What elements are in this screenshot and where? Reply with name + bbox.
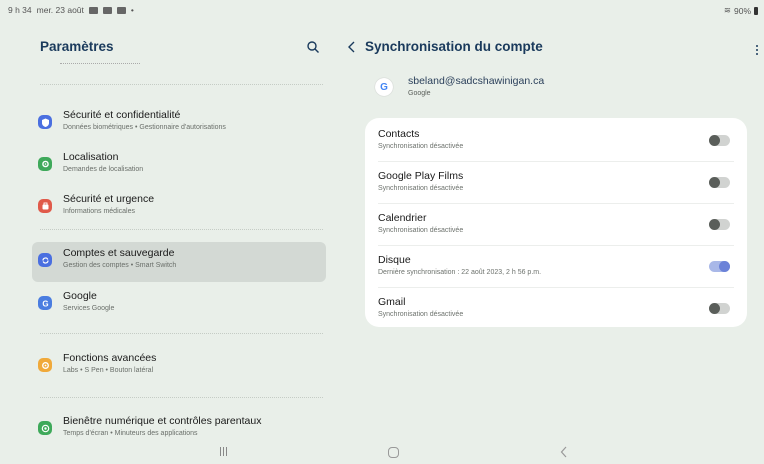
sync-toggle[interactable] <box>709 303 730 314</box>
settings-item-subtitle: Labs • S Pen • Bouton latéral <box>63 367 154 374</box>
sync-row-title: Contacts <box>378 128 420 140</box>
sync-row-status: Synchronisation désactivée <box>378 227 464 234</box>
divider <box>40 397 323 398</box>
svg-text:G: G <box>42 299 48 308</box>
settings-item-title: Fonctions avancées <box>63 352 157 364</box>
settings-item-security-privacy[interactable]: Sécurité et confidentialité Données biomé… <box>32 104 326 144</box>
sync-row-status: Dernière synchronisation : 22 août 2023,… <box>378 269 542 276</box>
sync-row-drive[interactable]: Disque Dernière synchronisation : 22 août… <box>365 246 747 288</box>
back-arrow-icon[interactable] <box>347 41 357 53</box>
emergency-icon <box>38 199 52 213</box>
settings-item-title: Sécurité et confidentialité <box>63 109 181 121</box>
divider <box>40 229 323 230</box>
settings-item-location[interactable]: Localisation Demandes de localisation <box>32 146 326 186</box>
cloud-icon <box>102 6 112 14</box>
sync-row-gmail[interactable]: Gmail Synchronisation désactivée <box>365 288 747 330</box>
more-options-icon[interactable] <box>755 44 759 56</box>
settings-item-title: Localisation <box>63 151 119 163</box>
settings-item-title: Bienêtre numérique et contrôles parentau… <box>63 415 262 427</box>
sync-row-google-play-films[interactable]: Google Play Films Synchronisation désacti… <box>365 162 747 204</box>
gallery-icon <box>88 6 98 14</box>
settings-item-google[interactable]: G Google Services Google <box>32 285 326 325</box>
google-logo-icon: G <box>375 78 393 96</box>
account-sync-panel: Synchronisation du compte G sbeland@sadc… <box>335 20 764 440</box>
sync-toggle[interactable] <box>709 135 730 146</box>
settings-item-advanced-features[interactable]: Fonctions avancées Labs • S Pen • Bouton … <box>32 347 326 387</box>
toggle-knob <box>709 135 720 146</box>
recents-button[interactable] <box>220 447 230 457</box>
sync-row-contacts[interactable]: Contacts Synchronisation désactivée <box>365 120 747 162</box>
sync-toggle[interactable] <box>709 261 730 272</box>
settings-item-title: Comptes et sauvegarde <box>63 247 175 259</box>
star-gear-icon <box>38 358 52 372</box>
status-bar: 9 h 34 mer. 23 août • ≋ 90% <box>0 0 764 20</box>
home-button[interactable] <box>388 447 399 458</box>
settings-item-subtitle: Informations médicales <box>63 208 135 215</box>
wellbeing-icon <box>38 421 52 435</box>
dot-icon: • <box>130 5 134 15</box>
sync-row-title: Calendrier <box>378 212 427 224</box>
sync-toggle[interactable] <box>709 219 730 230</box>
sync-row-title: Google Play Films <box>378 170 464 182</box>
divider <box>40 84 323 85</box>
sync-row-calendar[interactable]: Calendrier Synchronisation désactivée <box>365 204 747 246</box>
search-icon[interactable] <box>306 40 320 54</box>
toggle-knob <box>709 303 720 314</box>
nav-back-button[interactable] <box>560 446 568 458</box>
page-title: Paramètres <box>40 39 114 54</box>
divider <box>40 333 323 334</box>
settings-item-subtitle: Temps d'écran • Minuteurs des applicatio… <box>63 430 198 437</box>
settings-item-accounts-backup[interactable]: Comptes et sauvegarde Gestion des comptes… <box>32 242 326 282</box>
settings-item-subtitle: Services Google <box>63 305 115 312</box>
settings-item-digital-wellbeing[interactable]: Bienêtre numérique et contrôles parentau… <box>32 410 326 440</box>
battery-icon <box>754 6 758 15</box>
sync-row-status: Synchronisation désactivée <box>378 311 464 318</box>
cutoff-row <box>60 60 140 64</box>
notification-icon <box>116 6 126 14</box>
shield-icon <box>38 115 52 129</box>
settings-item-subtitle: Demandes de localisation <box>63 166 144 173</box>
sync-row-title: Gmail <box>378 296 406 308</box>
sync-title: Synchronisation du compte <box>365 39 543 54</box>
sync-list-card: Contacts Synchronisation désactivée Google… <box>365 118 747 327</box>
account-header: G sbeland@sadcshawinigan.ca Google <box>375 71 675 103</box>
settings-sidebar: Paramètres Sécurité et confidentialité Do… <box>0 20 335 440</box>
settings-item-safety-emergency[interactable]: Sécurité et urgence Informations médicale… <box>32 188 326 228</box>
clock-date: mer. 23 août <box>36 5 84 15</box>
clock-time: 9 h 34 <box>8 5 32 15</box>
sync-toggle[interactable] <box>709 177 730 188</box>
toggle-knob <box>719 261 730 272</box>
battery-level: 90% <box>733 5 751 16</box>
sync-row-status: Synchronisation désactivée <box>378 143 464 150</box>
google-icon: G <box>38 296 52 310</box>
sync-icon <box>38 253 52 267</box>
sync-row-title: Disque <box>378 254 411 266</box>
navigation-bar <box>0 440 764 464</box>
account-type: Google <box>408 90 431 97</box>
settings-item-subtitle: Données biométriques • Gestionnaire d'au… <box>63 124 226 131</box>
toggle-knob <box>709 219 720 230</box>
location-pin-icon <box>38 157 52 171</box>
settings-item-title: Sécurité et urgence <box>63 193 155 205</box>
settings-item-subtitle: Gestion des comptes • Smart Switch <box>63 262 177 269</box>
wifi-icon: ≋ <box>723 5 731 15</box>
sync-row-status: Synchronisation désactivée <box>378 185 464 192</box>
toggle-knob <box>709 177 720 188</box>
account-email: sbeland@sadcshawinigan.ca <box>408 75 545 87</box>
settings-item-title: Google <box>63 290 97 302</box>
